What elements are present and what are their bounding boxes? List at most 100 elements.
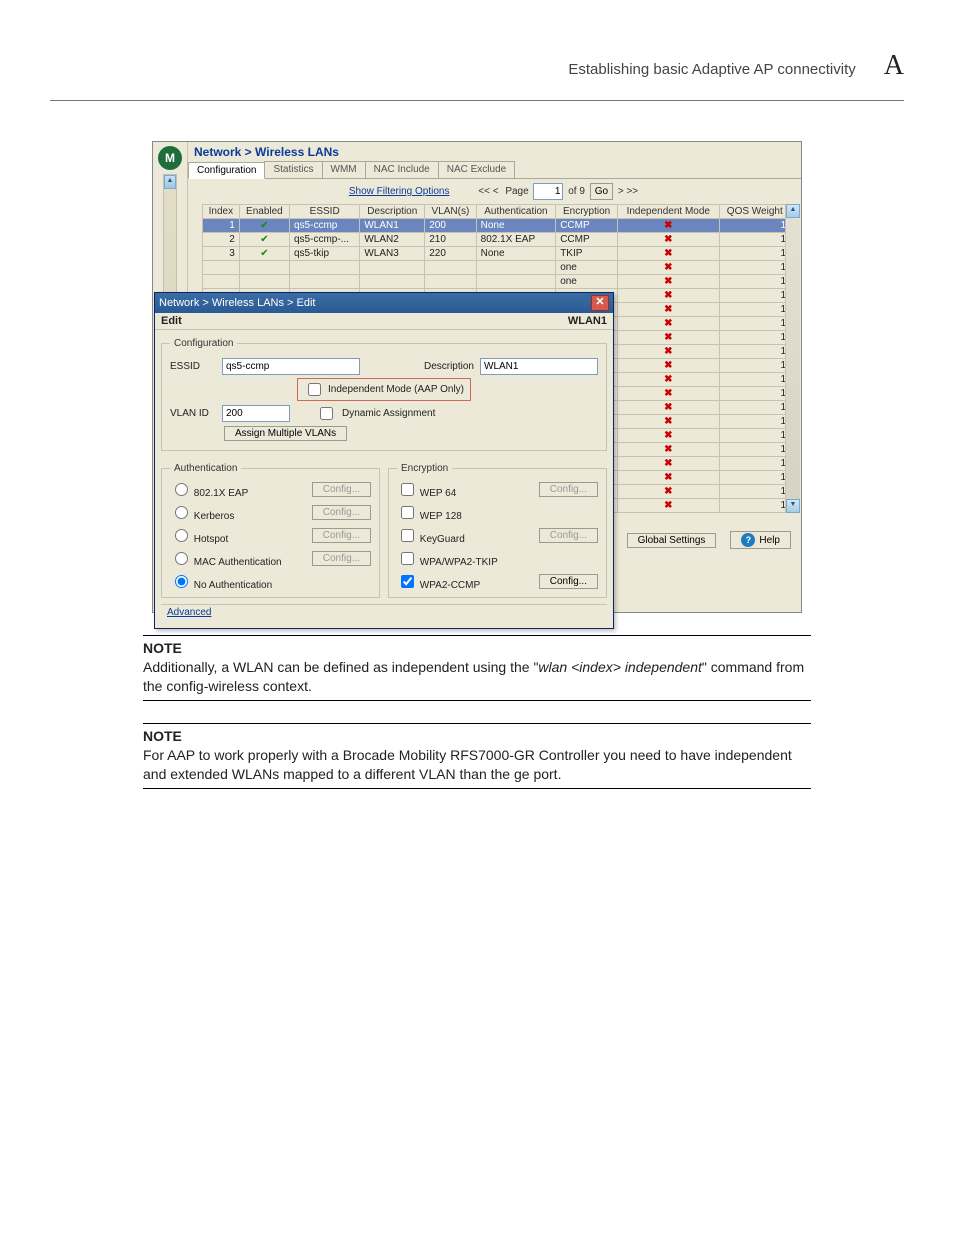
description-input[interactable] [480, 358, 598, 375]
x-icon: ✖ [622, 262, 715, 273]
enc-checkbox[interactable] [401, 529, 414, 542]
advanced-link[interactable]: Advanced [161, 604, 607, 620]
x-icon: ✖ [622, 486, 715, 497]
assign-multiple-vlans-button[interactable]: Assign Multiple VLANs [224, 426, 347, 441]
scroll-down-icon[interactable]: ▼ [786, 499, 800, 513]
table-cell: CCMP [556, 219, 618, 233]
table-cell: qs5-ccmp [290, 219, 360, 233]
breadcrumb: Network > Wireless LANs [188, 142, 801, 161]
pager-next[interactable]: > >> [618, 186, 638, 197]
table-cell: ✖ [618, 457, 720, 471]
auth-radio[interactable] [175, 552, 188, 565]
table-cell: 1 [719, 499, 790, 513]
column-header[interactable]: QOS Weight [719, 205, 790, 219]
tab-nac-include[interactable]: NAC Include [365, 161, 439, 178]
dialog-titlebar[interactable]: Network > Wireless LANs > Edit ✕ [155, 293, 613, 313]
independent-mode-label: Independent Mode (AAP Only) [328, 384, 464, 395]
tab-wmm[interactable]: WMM [322, 161, 366, 178]
enc-option[interactable]: KeyGuard [397, 526, 539, 545]
table-row[interactable]: 3✔qs5-tkipWLAN3220NoneTKIP✖1 [203, 247, 791, 261]
pager-go-button[interactable]: Go [590, 183, 613, 200]
enc-checkbox[interactable] [401, 575, 414, 588]
enc-option[interactable]: WEP 128 [397, 503, 539, 522]
pager-page-input[interactable] [533, 183, 563, 200]
auth-option[interactable]: MAC Authentication [170, 549, 312, 568]
global-settings-button[interactable]: Global Settings [627, 533, 717, 548]
table-row[interactable]: one✖1 [203, 275, 791, 289]
table-cell: one [556, 261, 618, 275]
column-header[interactable]: Enabled [239, 205, 289, 219]
independent-mode-checkbox[interactable] [308, 383, 321, 396]
table-scrollbar[interactable]: ▲ ▼ [785, 204, 800, 513]
x-icon: ✖ [622, 346, 715, 357]
show-filtering-link[interactable]: Show Filtering Options [349, 186, 450, 197]
x-icon: ✖ [622, 416, 715, 427]
table-cell: ✖ [618, 317, 720, 331]
auth-config-button[interactable]: Config... [312, 551, 371, 566]
enc-option[interactable]: WPA/WPA2-TKIP [397, 549, 539, 568]
table-cell: 1 [719, 219, 790, 233]
auth-option[interactable]: No Authentication [170, 572, 312, 591]
enc-option[interactable]: WPA2-CCMP [397, 572, 539, 591]
enc-checkbox[interactable] [401, 506, 414, 519]
running-header: Establishing basic Adaptive AP connectiv… [50, 50, 904, 82]
column-header[interactable]: Authentication [476, 205, 556, 219]
help-button[interactable]: ?Help [730, 531, 791, 549]
table-cell [476, 275, 556, 289]
note-body: Additionally, a WLAN can be defined as i… [143, 658, 811, 696]
scroll-up-icon[interactable]: ▲ [786, 204, 800, 218]
auth-config-button[interactable]: Config... [312, 528, 371, 543]
column-header[interactable]: Index [203, 205, 240, 219]
auth-option[interactable]: Kerberos [170, 503, 312, 522]
column-header[interactable]: Description [360, 205, 425, 219]
column-header[interactable]: ESSID [290, 205, 360, 219]
enc-config-button[interactable]: Config... [539, 482, 598, 497]
auth-radio[interactable] [175, 575, 188, 588]
vlan-id-input[interactable] [222, 405, 290, 422]
column-header[interactable]: Encryption [556, 205, 618, 219]
table-row[interactable]: 1✔qs5-ccmpWLAN1200NoneCCMP✖1 [203, 219, 791, 233]
auth-option[interactable]: Hotspot [170, 526, 312, 545]
table-cell: 210 [425, 233, 476, 247]
vlan-id-label: VLAN ID [170, 408, 216, 419]
auth-legend: Authentication [170, 463, 241, 474]
column-header[interactable]: VLAN(s) [425, 205, 476, 219]
table-cell: ✔ [239, 219, 289, 233]
table-cell: ✖ [618, 499, 720, 513]
auth-radio[interactable] [175, 506, 188, 519]
auth-radio[interactable] [175, 483, 188, 496]
enc-checkbox[interactable] [401, 552, 414, 565]
dynamic-assignment-checkbox[interactable] [320, 407, 333, 420]
table-row[interactable]: one✖1 [203, 261, 791, 275]
table-cell: WLAN2 [360, 233, 425, 247]
table-row[interactable]: 2✔qs5-ccmp-...WLAN2210802.1X EAPCCMP✖1 [203, 233, 791, 247]
auth-config-button[interactable]: Config... [312, 482, 371, 497]
auth-config-button[interactable]: Config... [312, 505, 371, 520]
scroll-up-icon[interactable]: ▲ [164, 175, 176, 189]
auth-option[interactable]: 802.1X EAP [170, 480, 312, 499]
close-icon[interactable]: ✕ [591, 295, 609, 311]
table-cell: 1 [719, 401, 790, 415]
table-cell: ✖ [618, 261, 720, 275]
enc-option[interactable]: WEP 64 [397, 480, 539, 499]
enc-config-button[interactable]: Config... [539, 574, 598, 589]
x-icon: ✖ [622, 500, 715, 511]
enc-checkbox[interactable] [401, 483, 414, 496]
pager-prev[interactable]: << < [478, 186, 498, 197]
x-icon: ✖ [622, 360, 715, 371]
table-cell: 1 [719, 485, 790, 499]
dialog-title-text: Network > Wireless LANs > Edit [159, 297, 316, 309]
tab-statistics[interactable]: Statistics [264, 161, 322, 178]
table-cell: ✖ [618, 219, 720, 233]
config-legend: Configuration [170, 338, 237, 349]
tab-nac-exclude[interactable]: NAC Exclude [438, 161, 515, 178]
table-cell: 1 [719, 331, 790, 345]
running-title: Establishing basic Adaptive AP connectiv… [568, 61, 855, 78]
tab-configuration[interactable]: Configuration [188, 162, 265, 179]
check-icon: ✔ [244, 220, 285, 231]
column-header[interactable]: Independent Mode [618, 205, 720, 219]
auth-radio[interactable] [175, 529, 188, 542]
essid-input[interactable] [222, 358, 360, 375]
table-cell: one [556, 275, 618, 289]
enc-config-button[interactable]: Config... [539, 528, 598, 543]
